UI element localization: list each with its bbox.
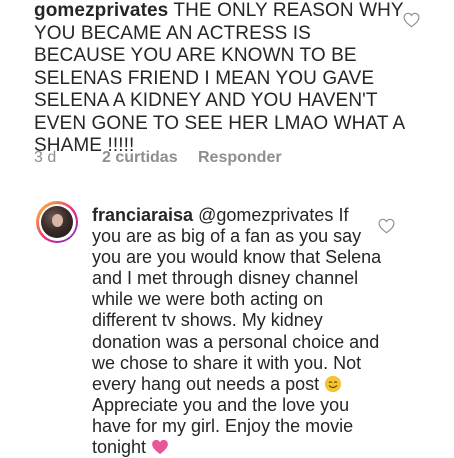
comment-body: gomezprivates THE ONLY REASON WHY YOU BE… [34,0,406,158]
likes-count[interactable]: 2 curtidas [102,149,198,167]
comment-franciaraisa: franciaraisa @gomezprivates If you are a… [92,205,382,458]
like-heart-icon[interactable] [403,12,420,28]
comment-text-part-1: If you are as big of a fan as you say yo… [92,205,382,394]
comment-meta: 3 d 2 curtidas Responder [34,149,282,167]
reply-button[interactable]: Responder [198,149,282,167]
like-heart-icon[interactable] [378,218,395,234]
comment-username[interactable]: franciaraisa [92,205,193,225]
comment-username[interactable]: gomezprivates [34,0,168,21]
comment-time: 3 d [34,149,57,166]
avatar[interactable] [36,201,78,243]
comment-gomezprivates: gomezprivates THE ONLY REASON WHY YOU BE… [34,0,406,158]
comment-text: THE ONLY REASON WHY YOU BECAME AN ACTRES… [34,0,405,156]
smiling-face-emoji-icon [324,375,342,393]
pink-heart-emoji-icon [151,438,169,456]
comment-text-part-2: Appreciate you and the love you have for… [92,394,354,458]
mention-link[interactable]: @gomezprivates [198,205,333,225]
comment-body: franciaraisa @gomezprivates If you are a… [92,205,382,458]
